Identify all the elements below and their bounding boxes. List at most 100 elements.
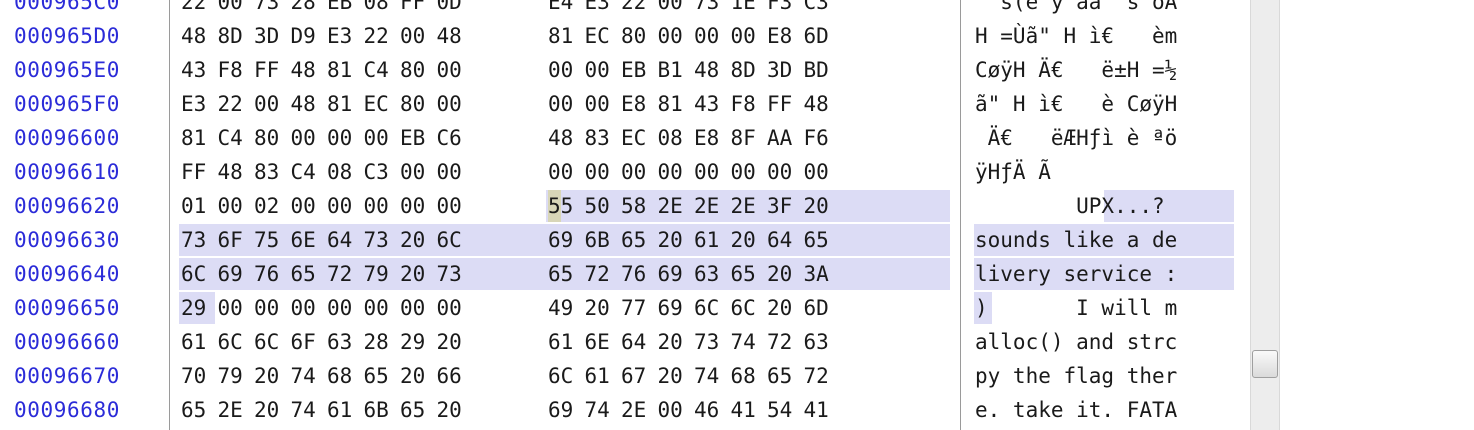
hex-byte[interactable]: 22	[181, 0, 217, 18]
hex-byte[interactable]: C3	[804, 0, 840, 18]
hex-byte[interactable]: 65	[804, 224, 840, 256]
hex-byte[interactable]: E8	[621, 88, 657, 120]
hex-row[interactable]: 00096610 FF 48 83 C4 08 C3 00 00 00 00 00 00 00 00 00 00…	[0, 155, 1250, 189]
hex-byte[interactable]: 61	[548, 326, 584, 358]
hex-byte[interactable]: 00	[218, 292, 254, 324]
hex-byte[interactable]: B1	[658, 54, 694, 86]
hex-byte[interactable]: 20	[400, 258, 436, 290]
hex-byte[interactable]: 74	[694, 360, 730, 392]
hex-byte[interactable]: 08	[327, 156, 363, 188]
hex-byte[interactable]: 20	[400, 360, 436, 392]
hex-byte[interactable]: 48	[181, 20, 217, 52]
hex-byte[interactable]: 2E	[731, 190, 767, 222]
ascii-text[interactable]: UPX...?	[975, 190, 1235, 222]
hex-byte[interactable]: 50	[585, 190, 621, 222]
hex-byte[interactable]: 00	[731, 156, 767, 188]
hex-byte[interactable]: 73	[181, 224, 217, 256]
hex-byte[interactable]: 20	[400, 224, 436, 256]
hex-byte[interactable]: 00	[437, 156, 473, 188]
hex-byte[interactable]: 65	[548, 258, 584, 290]
hex-byte[interactable]: 22	[218, 88, 254, 120]
hex-byte[interactable]: 58	[621, 190, 657, 222]
hex-byte[interactable]: 55	[548, 190, 584, 222]
hex-byte[interactable]: 76	[254, 258, 290, 290]
hex-byte[interactable]: 41	[731, 394, 767, 426]
hex-byte[interactable]: C3	[364, 156, 400, 188]
hex-row[interactable]: 00096650 29 00 00 00 00 00 00 00 49 20 77 69 6C 6C 20 6D…	[0, 291, 1250, 325]
hex-byte[interactable]: 69	[658, 258, 694, 290]
hex-byte[interactable]: 20	[254, 360, 290, 392]
hex-row[interactable]: 000965E0 43 F8 FF 48 81 C4 80 00 00 00 EB B1 48 8D 3D BD…	[0, 53, 1250, 87]
hex-byte[interactable]: 80	[400, 88, 436, 120]
hex-byte[interactable]: 6C	[731, 292, 767, 324]
ascii-text[interactable]: CøÿH Ä€ ë±H =½	[975, 54, 1235, 86]
hex-byte[interactable]: 61	[585, 360, 621, 392]
hex-byte[interactable]: 00	[731, 20, 767, 52]
hex-byte[interactable]: 48	[291, 88, 327, 120]
hex-byte[interactable]: F8	[218, 54, 254, 86]
hex-byte[interactable]: FF	[181, 156, 217, 188]
hex-byte[interactable]: 73	[254, 0, 290, 18]
ascii-text[interactable]: ã" H ì€ è CøÿH	[975, 88, 1235, 120]
hex-byte[interactable]: 28	[364, 326, 400, 358]
hex-byte[interactable]: 6F	[218, 224, 254, 256]
hex-byte[interactable]: 00	[694, 20, 730, 52]
hex-byte[interactable]: 65	[181, 394, 217, 426]
hex-byte[interactable]: 80	[254, 122, 290, 154]
hex-byte[interactable]: 08	[364, 0, 400, 18]
hex-byte[interactable]: BD	[804, 54, 840, 86]
hex-row[interactable]: 00096660 61 6C 6C 6F 63 28 29 20 61 6E 64 20 73 74 72 63…	[0, 325, 1250, 359]
hex-byte[interactable]: 22	[364, 20, 400, 52]
hex-byte[interactable]: 83	[585, 122, 621, 154]
hex-byte[interactable]: 69	[658, 292, 694, 324]
hex-byte[interactable]: 29	[181, 292, 217, 324]
hex-byte[interactable]: 73	[694, 0, 730, 18]
hex-byte[interactable]: 0D	[437, 0, 473, 18]
hex-byte[interactable]: FF	[400, 0, 436, 18]
hex-byte[interactable]: 00	[658, 20, 694, 52]
hex-byte[interactable]: E8	[694, 122, 730, 154]
hex-byte[interactable]: 00	[585, 88, 621, 120]
hex-byte[interactable]: 20	[658, 326, 694, 358]
hex-byte[interactable]: F6	[804, 122, 840, 154]
hex-byte[interactable]: 22	[621, 0, 657, 18]
hex-byte[interactable]: FF	[254, 54, 290, 86]
hex-byte[interactable]: 81	[327, 54, 363, 86]
scrollbar-thumb[interactable]	[1252, 350, 1278, 378]
hex-byte[interactable]: 65	[364, 360, 400, 392]
hex-byte[interactable]: 48	[218, 156, 254, 188]
hex-byte[interactable]: 6D	[804, 292, 840, 324]
hex-byte[interactable]: 6C	[254, 326, 290, 358]
hex-byte[interactable]: E3	[585, 0, 621, 18]
hex-row[interactable]: 000965F0 E3 22 00 48 81 EC 80 00 00 00 E8 81 43 F8 FF 48…	[0, 87, 1250, 121]
ascii-text[interactable]: py the flag ther	[975, 360, 1235, 392]
hex-byte[interactable]: 72	[585, 258, 621, 290]
hex-byte[interactable]: 80	[400, 54, 436, 86]
hex-byte[interactable]: 20	[585, 292, 621, 324]
hex-byte[interactable]: 81	[327, 88, 363, 120]
hex-byte[interactable]: 65	[731, 258, 767, 290]
hex-byte[interactable]: 28	[291, 0, 327, 18]
hex-byte[interactable]: 80	[621, 20, 657, 52]
hex-byte[interactable]: 65	[400, 394, 436, 426]
hex-byte[interactable]: 00	[437, 88, 473, 120]
hex-byte[interactable]: AA	[767, 122, 803, 154]
hex-byte[interactable]: F8	[731, 88, 767, 120]
hex-byte[interactable]: 72	[767, 326, 803, 358]
hex-byte[interactable]: 20	[767, 292, 803, 324]
hex-byte[interactable]: 00	[658, 394, 694, 426]
hex-byte[interactable]: 6C	[218, 326, 254, 358]
hex-byte[interactable]: 48	[694, 54, 730, 86]
hex-byte[interactable]: 00	[437, 190, 473, 222]
hex-byte[interactable]: 43	[694, 88, 730, 120]
hex-byte[interactable]: EB	[400, 122, 436, 154]
hex-byte[interactable]: 08	[658, 122, 694, 154]
hex-byte[interactable]: 46	[694, 394, 730, 426]
hex-row[interactable]: 00096680 65 2E 20 74 61 6B 65 20 69 74 2E 00 46 41 54 41…	[0, 393, 1250, 427]
hex-byte[interactable]: 6E	[291, 224, 327, 256]
hex-byte[interactable]: 61	[327, 394, 363, 426]
ascii-text[interactable]: sounds like a de	[975, 224, 1235, 256]
hex-row[interactable]: 00096600 81 C4 80 00 00 00 EB C6 48 83 EC 08 E8 8F AA F6…	[0, 121, 1250, 155]
hex-byte[interactable]: 74	[585, 394, 621, 426]
hex-byte[interactable]: 20	[767, 258, 803, 290]
